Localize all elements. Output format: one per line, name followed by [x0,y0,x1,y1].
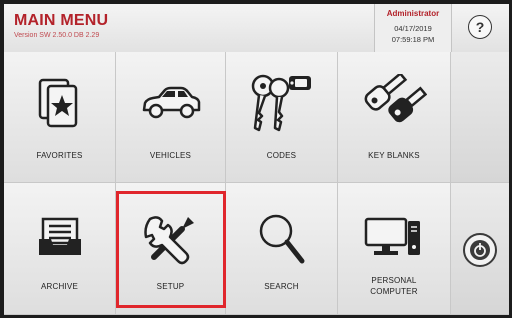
desktop-computer-icon [364,217,420,255]
tile-favorites[interactable]: FAVORITES [4,52,116,183]
tile-personal-computer-label: PERSONAL COMPUTER [370,276,418,296]
tile-archive[interactable]: ARCHIVE [4,183,116,315]
user-label: Administrator [386,9,440,18]
side-panel-bottom [451,183,509,315]
tile-favorites-label: FAVORITES [36,151,83,160]
tile-archive-label: ARCHIVE [41,282,78,291]
page-title: MAIN MENU [14,12,109,29]
tile-key-blanks[interactable]: KEY BLANKS [338,52,451,183]
header-bar: MAIN MENU Version SW 2.50.0 DB 2.29 Admi… [4,4,509,53]
tile-vehicles-label: VEHICLES [149,151,192,160]
status-panel: Administrator 04/17/2019 07:59:18 PM [374,4,452,52]
archive-tray-icon [38,217,81,255]
main-menu-screen: MAIN MENU Version SW 2.50.0 DB 2.29 Admi… [4,4,509,315]
power-button[interactable] [463,233,497,267]
help-button[interactable]: ? [468,15,492,39]
tile-search[interactable]: SEARCH [226,183,338,315]
tile-vehicles[interactable]: VEHICLES [116,52,226,183]
tile-codes[interactable]: CODES [226,52,338,183]
version-text: Version SW 2.50.0 DB 2.29 [14,32,100,39]
key-blanks-icon [364,74,427,123]
tile-key-blanks-label: KEY BLANKS [368,151,420,160]
power-icon [470,240,490,260]
tile-personal-computer[interactable]: PERSONAL COMPUTER [338,183,451,315]
help-area: ? [451,4,509,52]
tile-codes-label: CODES [266,151,297,160]
date-label: 04/17/2019 [394,24,432,33]
time-label: 07:59:18 PM [391,35,435,44]
tile-search-label: SEARCH [264,282,299,291]
magnifier-icon [259,214,304,264]
setup-highlight-box [116,191,226,308]
car-icon [142,86,200,119]
favorites-card-star-icon [38,78,77,128]
side-panel-top [451,52,509,183]
keys-with-tag-icon [251,74,311,132]
